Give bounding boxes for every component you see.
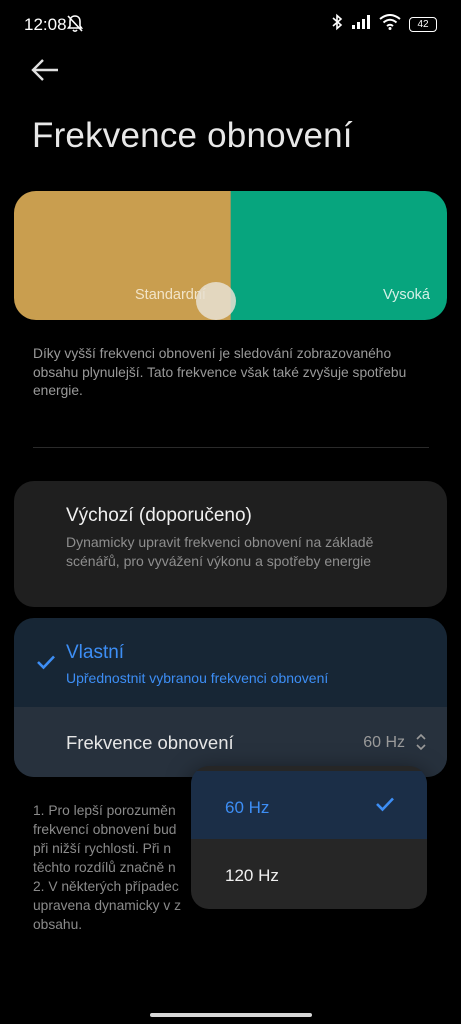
signal-icon xyxy=(351,14,371,35)
option-custom-title: Vlastní xyxy=(66,642,125,663)
notes-line: obsahu. xyxy=(33,917,83,932)
description-text: Díky vyšší frekvenci obnovení je sledová… xyxy=(33,346,407,398)
option-custom[interactable]: Vlastní Upřednostnit vybranou frekvenci … xyxy=(14,618,447,777)
dropdown-option-60hz[interactable]: 60 Hz xyxy=(191,771,427,839)
check-icon xyxy=(36,654,56,675)
home-indicator[interactable] xyxy=(150,1013,312,1017)
bluetooth-icon xyxy=(331,13,343,36)
option-default-subtitle: Dynamicky upravit frekvenci obnovení na … xyxy=(66,534,374,569)
bell-off-icon xyxy=(66,14,84,39)
preview-high-panel: Vysoká xyxy=(231,191,447,320)
battery-icon: 42 xyxy=(409,17,437,32)
option-custom-subtitle: Upřednostnit vybranou frekvenci obnovení xyxy=(66,670,329,686)
status-bar: 12:08 42 xyxy=(0,0,461,48)
refresh-rate-dropdown: 60 Hz 120 Hz xyxy=(191,766,427,909)
option-default-title: Výchozí (doporučeno) xyxy=(66,505,252,526)
arrow-left-icon xyxy=(31,59,58,81)
chevron-up-down-icon xyxy=(415,732,427,757)
status-time: 12:08 xyxy=(24,15,67,34)
wifi-icon xyxy=(379,14,401,35)
check-icon xyxy=(375,796,395,817)
preview-high-label: Vysoká xyxy=(382,287,430,303)
dropdown-option-120hz[interactable]: 120 Hz xyxy=(191,839,427,907)
status-icons: 42 xyxy=(331,13,437,36)
preview-drag-handle[interactable] xyxy=(196,282,236,320)
dropdown-option-label: 120 Hz xyxy=(225,866,279,885)
divider xyxy=(33,447,429,448)
refresh-rate-selector-value: 60 Hz xyxy=(363,734,405,751)
dropdown-option-label: 60 Hz xyxy=(225,798,270,817)
screen: 12:08 42 Frekvence obnovení Standardní V… xyxy=(0,0,461,1024)
refresh-rate-selector-label: Frekvence obnovení xyxy=(66,732,234,753)
option-default[interactable]: Výchozí (doporučeno) Dynamicky upravit f… xyxy=(14,481,447,607)
back-button[interactable] xyxy=(30,58,64,88)
page-title: Frekvence obnovení xyxy=(32,116,353,155)
